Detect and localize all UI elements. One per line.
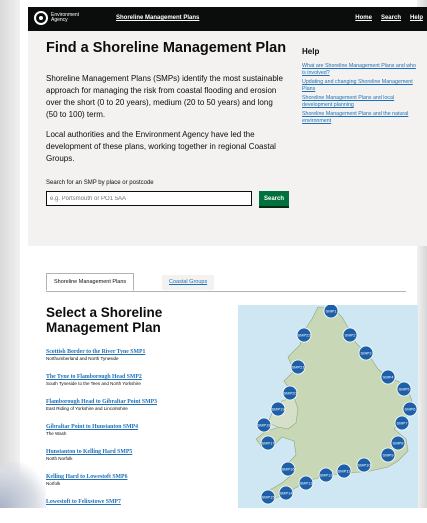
logo-text: Environment Agency xyxy=(51,12,80,23)
page-title: Find a Shoreline Management Plan xyxy=(46,40,287,56)
map-marker-label: SMP5 xyxy=(399,387,411,392)
nav-search-link[interactable]: Search xyxy=(381,15,401,21)
plan-area: The Wash xyxy=(46,431,67,436)
window-shadow-left xyxy=(0,0,20,508)
plan-link[interactable]: Scottish Border to the River Tyne SMP1 xyxy=(46,348,236,356)
search-button[interactable]: Search xyxy=(259,191,289,206)
map-marker-label: SMP21 xyxy=(291,365,305,370)
list-item: The Tyne to Flamborough Head SMP2 South … xyxy=(46,373,236,398)
site-title-link[interactable]: Shoreline Management Plans xyxy=(116,15,199,21)
plan-area: North Norfolk xyxy=(46,456,73,461)
search-label: Search for an SMP by place or postcode xyxy=(46,180,154,186)
plan-link[interactable]: Kelling Hard to Lowestoft SMP6 xyxy=(46,473,236,481)
map-marker-label: SMP2 xyxy=(345,333,357,338)
nav-home-link[interactable]: Home xyxy=(355,15,372,21)
list-item: Gibraltar Point to Hunstanton SMP4 The W… xyxy=(46,423,236,448)
help-link-updating-smps[interactable]: Updating and changing Shoreline Manageme… xyxy=(302,79,417,93)
plan-link[interactable]: Hunstanton to Kelling Hard SMP5 xyxy=(46,448,236,456)
plan-link[interactable]: The Tyne to Flamborough Head SMP2 xyxy=(46,373,236,381)
map-marker-label: SMP10 xyxy=(357,463,371,468)
map-marker-label: SMP8 xyxy=(393,441,405,446)
help-heading: Help xyxy=(302,47,320,56)
list-item: Kelling Hard to Lowestoft SMP6 Norfolk xyxy=(46,473,236,498)
help-links: What are Shoreline Management Plans and … xyxy=(302,63,417,127)
nav-help-link[interactable]: Help xyxy=(410,15,423,21)
map-marker-label: SMP6 xyxy=(405,407,417,412)
intro-text-2: Local authorities and the Environment Ag… xyxy=(46,130,276,163)
list-item: Hunstanton to Kelling Hard SMP5 North No… xyxy=(46,448,236,473)
plan-link[interactable]: Gibraltar Point to Hunstanton SMP4 xyxy=(46,423,236,431)
tab-bar: Shoreline Management Plans Coastal Group… xyxy=(46,273,406,292)
map-marker-label: SMP19 xyxy=(271,407,285,412)
search-input[interactable] xyxy=(46,191,252,206)
blurred-corner xyxy=(0,462,46,508)
map-marker-label: SMP14 xyxy=(279,491,293,496)
help-link-what-are-smps[interactable]: What are Shoreline Management Plans and … xyxy=(302,63,417,77)
map-marker-label: SMP22 xyxy=(297,333,311,338)
help-link-natural-environment[interactable]: Shoreline Management Plans and the natur… xyxy=(302,111,417,125)
map-marker-label: SMP3 xyxy=(361,351,373,356)
map-marker-label: SMP18 xyxy=(257,423,271,428)
intro-text: Shoreline Management Plans (SMPs) identi… xyxy=(46,74,284,119)
tab-shoreline-management-plans[interactable]: Shoreline Management Plans xyxy=(46,273,135,291)
smp-map[interactable]: SMP1 SMP2 SMP3 SMP4 SMP5 SMP6 SMP7 SMP8 SMP9 SMP1… xyxy=(238,305,418,508)
map-marker-label: SMP13 xyxy=(299,481,313,486)
plan-link[interactable]: Flamborough Head to Gibraltar Point SMP3 xyxy=(46,398,236,406)
plan-area: East Riding of Yorkshire and Lincolnshir… xyxy=(46,406,128,411)
list-item: Lowestoft to Felixstowe SMP7 xyxy=(46,498,236,523)
map-marker-label: SMP11 xyxy=(338,469,352,474)
environment-agency-logo[interactable]: Environment Agency xyxy=(34,11,79,25)
plan-link[interactable]: Lowestoft to Felixstowe SMP7 xyxy=(46,498,236,506)
tab-coastal-groups[interactable]: Coastal Groups xyxy=(162,275,215,290)
map-marker-label: SMP1 xyxy=(326,309,338,314)
header-nav: Home Search Help xyxy=(355,15,423,21)
map-marker-label: SMP20 xyxy=(283,391,297,396)
map-marker-label: SMP17 xyxy=(261,441,275,446)
plan-area: Northumberland and North Tyneside xyxy=(46,356,119,361)
plan-area: South Tyneside to the Tees and North Yor… xyxy=(46,381,141,386)
select-plan-heading: Select a Shoreline Management Plan xyxy=(46,305,163,335)
map-marker-label: SMP16 xyxy=(281,467,295,472)
map-marker-label: SMP9 xyxy=(383,453,395,458)
plan-list: Scottish Border to the River Tyne SMP1 N… xyxy=(46,348,236,523)
crown-icon xyxy=(34,11,48,25)
help-link-local-development[interactable]: Shoreline Management Plans and local dev… xyxy=(302,95,417,109)
list-item: Scottish Border to the River Tyne SMP1 N… xyxy=(46,348,236,373)
plan-area: Norfolk xyxy=(46,481,61,486)
site-header: Environment Agency Shoreline Management … xyxy=(28,7,427,31)
map-marker-label: SMP4 xyxy=(383,375,395,380)
map-marker-label: SMP12 xyxy=(319,473,333,478)
list-item: Flamborough Head to Gibraltar Point SMP3… xyxy=(46,398,236,423)
map-marker-label: SMP15 xyxy=(261,495,275,500)
map-marker-label: SMP7 xyxy=(397,421,409,426)
